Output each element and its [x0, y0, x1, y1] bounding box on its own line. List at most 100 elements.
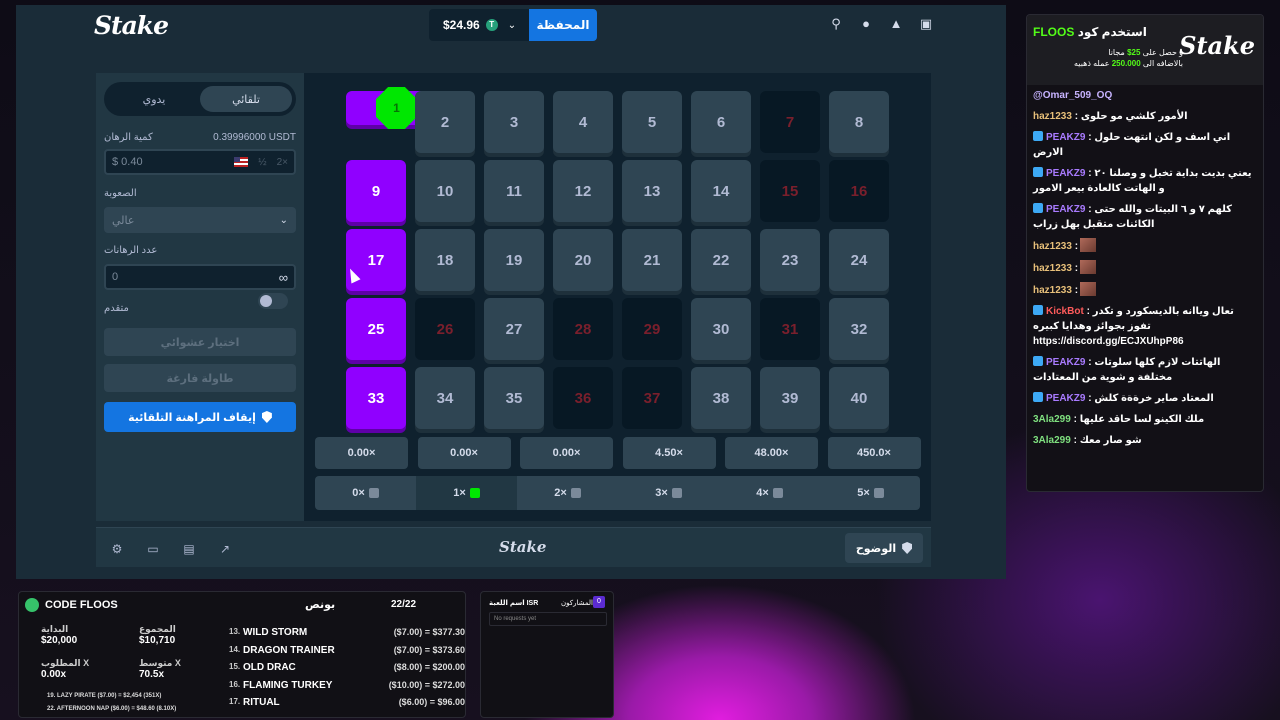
double-button[interactable]: 2×	[277, 157, 288, 168]
hit-count-label: 1×	[453, 487, 466, 499]
keno-tile[interactable]: 26	[415, 298, 475, 360]
keno-tile[interactable]: 15	[760, 160, 820, 222]
chat-username[interactable]: haz1233	[1033, 111, 1072, 122]
bonus-label: بونص	[305, 599, 336, 611]
keno-tile[interactable]: 28	[553, 298, 613, 360]
chat-username[interactable]: haz1233	[1033, 263, 1072, 274]
keno-tile[interactable]: 11	[484, 160, 544, 222]
gem-square-icon	[772, 488, 783, 498]
bet-amount-field[interactable]: $ 0.40 ½ 2×	[104, 149, 296, 175]
keno-tile[interactable]: 4	[553, 91, 613, 153]
keno-tile[interactable]: 23	[760, 229, 820, 291]
keno-tile[interactable]: 34	[415, 367, 475, 429]
participants-label: المشاركون	[561, 600, 593, 607]
num-bets-field[interactable]: 0 ∞	[104, 264, 296, 290]
chat-username[interactable]: PEAKZ9	[1046, 357, 1085, 368]
tab-auto[interactable]: تلقائي	[200, 86, 292, 112]
chat-username[interactable]: PEAKZ9	[1046, 204, 1085, 215]
infinity-icon[interactable]: ∞	[279, 270, 288, 285]
keno-tile[interactable]: 25	[346, 298, 406, 360]
keno-tile[interactable]: 12	[553, 160, 613, 222]
user-icon[interactable]: ●	[858, 16, 874, 32]
bell-icon[interactable]: ▲	[888, 16, 904, 32]
chat-username[interactable]: KickBot	[1046, 306, 1084, 317]
average-stat: متوسط X 70.5x	[139, 658, 181, 680]
keno-tile[interactable]: 19	[484, 229, 544, 291]
keno-tile[interactable]: 8	[829, 91, 889, 153]
keno-tile[interactable]: 20	[553, 229, 613, 291]
difficulty-select[interactable]: عالي ⌄	[104, 207, 296, 233]
stream-chat: FLOOS استخدم كود و حصل على 25$ مجانا بال…	[1026, 14, 1264, 492]
keno-tile[interactable]: 22	[691, 229, 751, 291]
settings-icon[interactable]: ⚙	[110, 542, 124, 556]
stats-icon[interactable]: ▤	[182, 542, 196, 556]
chat-message: 3Ala299 : شو صار معك	[1027, 430, 1263, 451]
hit-count: 5×	[820, 476, 921, 510]
chat-username[interactable]: PEAKZ9	[1046, 168, 1085, 179]
keno-tile[interactable]: 40	[829, 367, 889, 429]
hit-count: 3×	[618, 476, 719, 510]
keno-tile[interactable]: 6	[691, 91, 751, 153]
fairness-button[interactable]: الوضوح	[845, 533, 923, 563]
bonus-hunt-header: CODE FLOOS	[25, 598, 118, 612]
difficulty-label: الصعوبة	[104, 188, 137, 199]
mode-tabs: يدوي تلقائي	[104, 82, 296, 116]
chat-username[interactable]: 3Ala299	[1033, 414, 1071, 425]
chat-username[interactable]: @Omar_509_OQ	[1033, 90, 1112, 101]
payout-multiplier: 0.00×	[417, 437, 511, 469]
wallet-button[interactable]: المحفظة	[529, 9, 597, 41]
random-pick-button[interactable]: اختيار عشوائي	[104, 328, 296, 356]
keno-tile[interactable]: 9	[346, 160, 406, 222]
keno-tile[interactable]: 30	[691, 298, 751, 360]
keno-tile[interactable]: 2	[415, 91, 475, 153]
gem-square-icon	[368, 488, 379, 498]
bonus-row: 16. FLAMING TURKEY ($10.00) = $272.00	[229, 680, 465, 691]
half-button[interactable]: ½	[258, 157, 266, 168]
keno-tile[interactable]: 33	[346, 367, 406, 429]
keno-tile[interactable]: 18	[415, 229, 475, 291]
keno-tile[interactable]: 14	[691, 160, 751, 222]
keno-tile[interactable]: 21	[622, 229, 682, 291]
clear-table-button[interactable]: طاولة فارغة	[104, 364, 296, 392]
hit-count: 1×	[416, 476, 517, 510]
stake-logo[interactable]: Stake	[94, 11, 169, 40]
chat-message: haz1233 :	[1027, 235, 1263, 257]
hit-count: 4×	[719, 476, 820, 510]
stop-autobet-button[interactable]: إيقاف المراهنة التلقائية	[104, 402, 296, 432]
stop-autobet-label: إيقاف المراهنة التلقائية	[128, 411, 256, 424]
tab-manual[interactable]: يدوي	[108, 86, 200, 112]
keno-tile[interactable]: 24	[829, 229, 889, 291]
payout-multiplier: 0.00×	[315, 437, 408, 469]
keno-tile[interactable]: 38	[691, 367, 751, 429]
bonus-row-name: DRAGON TRAINER	[243, 644, 335, 656]
keno-tile[interactable]: 32	[829, 298, 889, 360]
keno-tile[interactable]: 5	[622, 91, 682, 153]
chat-username[interactable]: haz1233	[1033, 241, 1072, 252]
bonus-row: 17. RITUAL ($6.00) = $96.00	[229, 697, 465, 708]
keno-tile[interactable]: 3	[484, 91, 544, 153]
keno-tile[interactable]: 31	[760, 298, 820, 360]
chat-username[interactable]: 3Ala299	[1033, 435, 1071, 446]
advanced-toggle[interactable]	[258, 293, 288, 309]
keno-tile[interactable]: 7	[760, 91, 820, 153]
keno-tile[interactable]: 10	[415, 160, 475, 222]
search-icon[interactable]: ⚲	[828, 16, 844, 32]
sidebar-toggle-icon[interactable]: ▣	[918, 16, 934, 32]
keno-tile[interactable]: 13	[622, 160, 682, 222]
keno-tile[interactable]: 29	[622, 298, 682, 360]
bonus-row-value: ($10.00) = $272.00	[388, 679, 465, 690]
keno-tile[interactable]: 27	[484, 298, 544, 360]
keno-tile[interactable]: 16	[829, 160, 889, 222]
chat-username[interactable]: PEAKZ9	[1046, 393, 1085, 404]
keno-tile[interactable]: 35	[484, 367, 544, 429]
theatre-mode-icon[interactable]: ▭	[146, 542, 160, 556]
balance-selector[interactable]: $24.96 T ⌄	[429, 9, 529, 41]
keno-tile[interactable]: 37	[622, 367, 682, 429]
keno-tile[interactable]: 36	[553, 367, 613, 429]
total-stat: المجموع $10,710	[139, 624, 176, 646]
hit-count-label: 2×	[554, 487, 567, 499]
keno-tile[interactable]: 39	[760, 367, 820, 429]
popout-icon[interactable]: ↗	[218, 542, 232, 556]
chat-username[interactable]: PEAKZ9	[1046, 132, 1085, 143]
chat-username[interactable]: haz1233	[1033, 285, 1072, 296]
